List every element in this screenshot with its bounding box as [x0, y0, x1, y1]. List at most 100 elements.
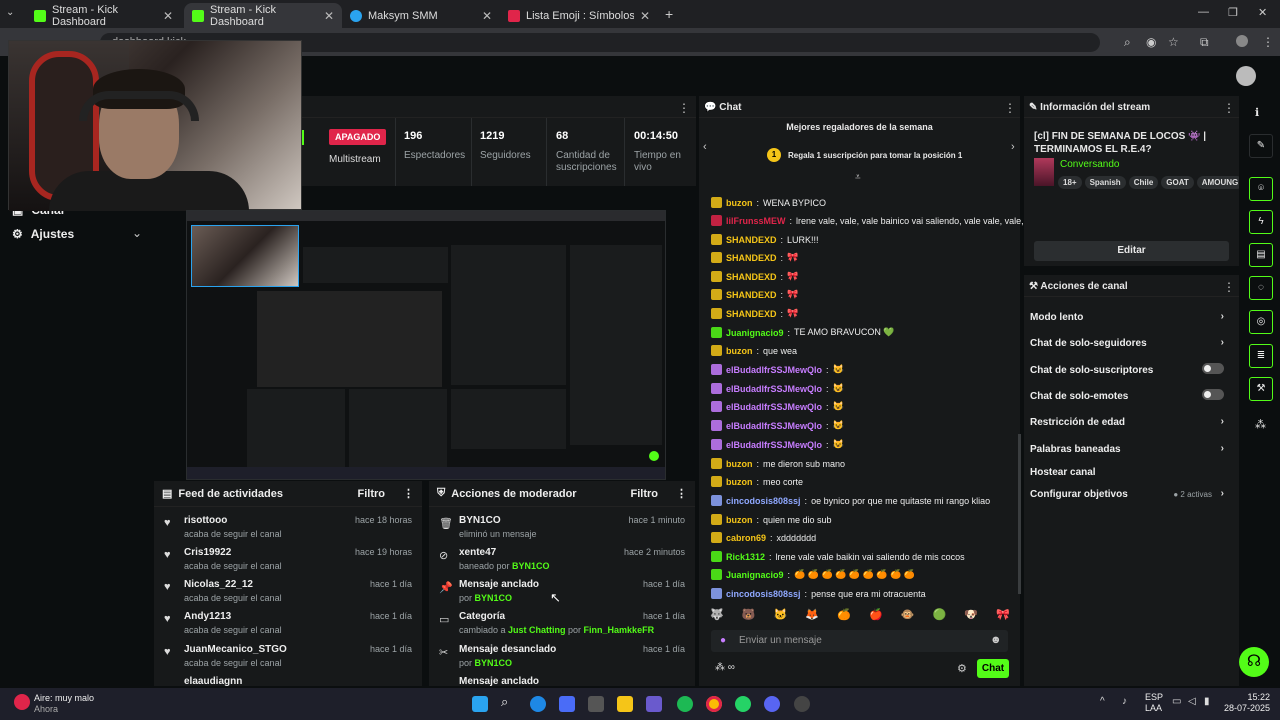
editor-icon[interactable] [646, 696, 662, 712]
action-subs-only[interactable]: Chat de solo-suscriptores [1030, 363, 1230, 376]
list-item[interactable]: ♥ Andy1213 acaba de seguir el canal hace 1 … [154, 609, 422, 641]
folder-icon[interactable] [617, 696, 633, 712]
tag[interactable]: GOAT [1161, 176, 1194, 189]
chat-username[interactable]: buzon [726, 346, 753, 356]
bolt-icon[interactable]: ϟ [1249, 210, 1273, 234]
weather-icon[interactable] [14, 694, 30, 710]
list-item[interactable]: ♥ risottooo acaba de seguir el canal hace 1… [154, 513, 422, 545]
chat-message[interactable]: elBudadlfrSSJMewQlo: 😺 [711, 420, 844, 431]
chat-username[interactable]: elBudadlfrSSJMewQlo [726, 402, 822, 412]
menu-icon[interactable]: ⋮ [1262, 35, 1274, 49]
chat-message[interactable]: SHANDEXD: 🎀 [711, 289, 798, 300]
chat-username[interactable]: Juanignacio9 [726, 328, 784, 338]
restore-icon[interactable]: ❐ [1228, 6, 1238, 19]
chat-username[interactable]: SHANDEXD [726, 309, 777, 319]
network-icon[interactable]: ▭ [1172, 696, 1181, 707]
chat-input[interactable]: Enviar un mensaje [711, 630, 1008, 652]
browser-tab-3[interactable]: Maksym SMM ✕ [342, 3, 500, 28]
edit-icon[interactable]: ✎ [1249, 134, 1273, 158]
sub-category[interactable]: Just Chatting [508, 625, 566, 635]
chat-username[interactable]: SHANDEXD [726, 272, 777, 282]
more-icon[interactable]: ⋮ [678, 101, 690, 115]
battery-icon[interactable]: ▮ [1204, 696, 1210, 707]
chat-username[interactable]: cabron69 [726, 533, 766, 543]
browser-tab-1[interactable]: Stream - Kick Dashboard ✕ [26, 3, 181, 28]
chat-username[interactable]: elBudadlfrSSJMewQlo [726, 421, 822, 431]
chat-message[interactable]: Juanignacio9: TE AMO BRAVUCON 💚 [711, 327, 895, 338]
tab-search-icon[interactable]: ⌄ [6, 7, 14, 18]
store-icon[interactable] [559, 696, 575, 712]
list-item[interactable]: 📌 Mensaje anclado por BYN1CO hace 1 día [429, 577, 695, 609]
help-icon[interactable]: ☊ [1239, 647, 1269, 677]
browser-tab-2[interactable]: Stream - Kick Dashboard ✕ [184, 3, 342, 28]
action-host-channel[interactable]: Hostear canal [1030, 467, 1230, 478]
app-icon[interactable] [588, 696, 604, 712]
star-icon[interactable]: ☆ [1168, 35, 1179, 49]
emotes-only-toggle[interactable] [1202, 389, 1224, 400]
chat-message[interactable]: buzon: me dieron sub mano [711, 458, 845, 469]
chat-message[interactable]: SHANDEXD: 🎀 [711, 308, 798, 319]
browser-tab-4[interactable]: Lista Emoji : Símbolos emoji na ✕ [500, 3, 658, 28]
tray-chevron-icon[interactable]: ^ [1100, 696, 1105, 707]
avatar[interactable] [1236, 66, 1256, 86]
mic-icon[interactable]: ♪ [1122, 696, 1127, 707]
action-emotes-only[interactable]: Chat de solo-emotes [1030, 389, 1230, 402]
close-tab-icon[interactable]: ✕ [324, 9, 334, 23]
more-icon[interactable]: ⋮ [1223, 101, 1235, 115]
close-tab-icon[interactable]: ✕ [482, 9, 492, 23]
sub-user[interactable]: Finn_HamkkeFR [584, 625, 655, 635]
collapse-icon[interactable]: ⩡ [855, 172, 861, 183]
discord-icon[interactable] [764, 696, 780, 712]
more-icon[interactable]: ⋮ [1223, 280, 1235, 294]
emote-icon[interactable]: 🍊 [837, 608, 851, 624]
emote-icon[interactable]: 🐱 [774, 608, 788, 624]
emote-icon[interactable]: 🎀 [996, 608, 1010, 624]
nav-item-ajustes[interactable]: ⚙ Ajustes [12, 227, 74, 241]
profile-icon[interactable] [1236, 35, 1248, 47]
chat-message[interactable]: elBudadlfrSSJMewQlo: 😺 [711, 439, 844, 450]
chat-username[interactable]: SHANDEXD [726, 290, 777, 300]
spotify-icon[interactable] [677, 696, 693, 712]
chat-username[interactable]: elBudadlfrSSJMewQlo [726, 440, 822, 450]
emote-icon[interactable]: 🍎 [869, 608, 883, 624]
infinity-icon[interactable]: ⁂ ∞ [715, 662, 735, 673]
chat-message[interactable]: cincodosis808ssj: pense que era mi otracu… [711, 588, 926, 599]
chat-username[interactable]: SHANDEXD [726, 253, 777, 263]
action-banned-words[interactable]: Palabras baneadas › [1030, 443, 1230, 455]
gear-icon[interactable]: ⚙ [957, 662, 967, 675]
chat-username[interactable]: SHANDEXD [726, 235, 777, 245]
chat-message[interactable]: Juanignacio9: 🍊 🍊 🍊 🍊 🍊 🍊 🍊 🍊 🍊 [711, 569, 915, 580]
more-icon[interactable]: ⋮ [676, 487, 687, 500]
language-indicator[interactable]: ESP [1145, 692, 1163, 702]
chat-username[interactable]: buzon [726, 459, 753, 469]
emote-icon[interactable]: 🦊 [805, 608, 819, 624]
chevron-down-icon[interactable]: ⌄ [132, 226, 142, 240]
wrench-icon[interactable]: ⚒ [1249, 377, 1273, 401]
chat-message[interactable]: cincodosis808ssj: oe bynico por que me qu… [711, 495, 990, 506]
list-item[interactable]: ♥ JuanMecanico_STGO acaba de seguir el can… [154, 642, 422, 674]
sub-user[interactable]: BYN1CO [475, 593, 513, 603]
app-icon[interactable] [794, 696, 810, 712]
action-followers-only[interactable]: Chat de solo-seguidores › [1030, 337, 1230, 349]
mic-icon[interactable]: ● [720, 635, 726, 646]
close-tab-icon[interactable]: ✕ [163, 9, 173, 23]
whatsapp-icon[interactable] [735, 696, 751, 712]
tag[interactable]: Spanish [1084, 176, 1126, 189]
clock-time[interactable]: 15:22 [1226, 692, 1270, 702]
chat-username[interactable]: elBudadlfrSSJMewQlo [726, 384, 822, 394]
notes-icon[interactable]: ▤ [1249, 243, 1273, 267]
chat-message[interactable]: elBudadlfrSSJMewQlo: 😺 [711, 383, 844, 394]
list-item[interactable]: elaaudiagnn [154, 674, 422, 686]
chat-username[interactable]: lilFrunssMEW [726, 216, 786, 226]
filter-button[interactable]: Filtro [358, 488, 386, 500]
start-icon[interactable] [472, 696, 488, 712]
list-item[interactable]: ✂ Mensaje desanclado por BYN1CO hace 1 día [429, 642, 695, 674]
emote-icon[interactable]: 🟢 [933, 608, 947, 624]
chat-message[interactable]: Rick1312: lrene vale vale baikin vai sali… [711, 551, 965, 562]
chat-username[interactable]: buzon [726, 477, 753, 487]
chat-message[interactable]: elBudadlfrSSJMewQlo: 😺 [711, 364, 844, 375]
chat-username[interactable]: buzon [726, 515, 753, 525]
chat-message[interactable]: SHANDEXD: 🎀 [711, 252, 798, 263]
chat-message[interactable]: buzon: que wea [711, 345, 797, 356]
chat-username[interactable]: Rick1312 [726, 552, 765, 562]
